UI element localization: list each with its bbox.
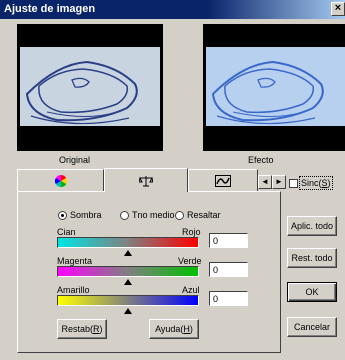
yellow-label: Amarillo	[57, 285, 90, 295]
sync-label: Sinc(S)	[299, 176, 333, 190]
cancel-button[interactable]: Cancelar	[287, 317, 337, 337]
radio-sombra[interactable]: Sombra	[58, 210, 102, 220]
radio-label: Sombra	[70, 210, 102, 220]
tab-color-balance[interactable]	[17, 169, 104, 192]
original-image	[17, 24, 163, 151]
reset-button[interactable]: Restab(R)	[57, 319, 107, 339]
tab-scroll-right-button[interactable]: ►	[272, 175, 286, 189]
tab-curves[interactable]	[188, 169, 258, 192]
tab-scroll: ◄ ►	[258, 175, 286, 189]
green-label: Verde	[178, 256, 202, 266]
magenta-green-thumb[interactable]	[124, 279, 132, 285]
yellow-blue-value-input[interactable]: 0	[209, 291, 248, 306]
radio-label: Tno medio	[132, 210, 175, 220]
balance-scale-icon	[139, 175, 153, 186]
original-preview	[17, 24, 163, 151]
checkbox-box	[289, 178, 298, 188]
cyan-red-value-input[interactable]: 0	[209, 233, 248, 248]
window-title: Ajuste de imagen	[4, 3, 96, 15]
original-caption: Original	[59, 155, 91, 165]
ok-button[interactable]: OK	[287, 282, 337, 302]
tab-balance[interactable]	[104, 168, 188, 192]
effect-image	[203, 24, 345, 151]
red-label: Rojo	[182, 227, 201, 237]
image-adjust-dialog: Ajuste de imagen × Original Efecto ◄ ► S…	[0, 0, 345, 360]
sync-checkbox[interactable]: Sinc(S)	[289, 176, 333, 190]
radio-resaltar[interactable]: Resaltar	[175, 210, 221, 220]
radio-indicator	[175, 210, 184, 220]
reset-button-label: Restab(R)	[61, 324, 103, 334]
cyan-label: Cian	[57, 227, 76, 237]
radio-label: Resaltar	[187, 210, 221, 220]
apply-all-button[interactable]: Aplic. todo	[287, 216, 337, 236]
title-bar[interactable]: Ajuste de imagen ×	[0, 0, 345, 19]
curve-icon	[215, 174, 231, 187]
help-button[interactable]: Ayuda(H)	[149, 319, 199, 339]
cyan-red-slider[interactable]	[57, 237, 199, 248]
magenta-green-value-input[interactable]: 0	[209, 262, 248, 277]
radio-indicator	[120, 210, 129, 220]
magenta-green-slider[interactable]	[57, 266, 199, 277]
tab-scroll-left-button[interactable]: ◄	[258, 175, 272, 189]
magenta-label: Magenta	[57, 256, 93, 266]
blue-label: Azul	[182, 285, 200, 295]
radio-indicator	[58, 210, 67, 220]
yellow-blue-thumb[interactable]	[124, 308, 132, 314]
close-button[interactable]: ×	[331, 2, 345, 16]
effect-caption: Efecto	[248, 155, 274, 165]
yellow-blue-slider[interactable]	[57, 295, 199, 306]
help-button-label: Ayuda(H)	[155, 324, 193, 334]
color-wheel-icon	[54, 174, 67, 187]
radio-tno-medio[interactable]: Tno medio	[120, 210, 175, 220]
reset-all-button[interactable]: Rest. todo	[287, 248, 337, 268]
cyan-red-thumb[interactable]	[124, 250, 132, 256]
effect-preview	[203, 24, 345, 151]
